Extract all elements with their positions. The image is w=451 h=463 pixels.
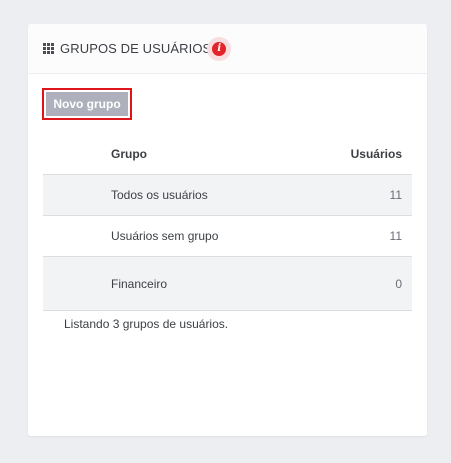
user-groups-panel: GRUPOS DE USUÁRIOS i Novo grupo Grupo Us… <box>28 24 427 436</box>
column-header-users[interactable]: Usuários <box>316 134 412 175</box>
table-row[interactable]: Todos os usuários 11 <box>43 174 412 216</box>
new-group-button[interactable]: Novo grupo <box>46 92 128 116</box>
table-row[interactable]: Usuários sem grupo 11 <box>43 215 412 257</box>
user-count-cell: 11 <box>389 188 402 202</box>
group-name-cell[interactable]: Financeiro <box>43 257 316 311</box>
info-icon: i <box>212 41 227 56</box>
group-name-cell[interactable]: Usuários sem grupo <box>43 216 316 257</box>
group-name-cell[interactable]: Todos os usuários <box>43 175 316 216</box>
listing-summary: Listando 3 grupos de usuários. <box>64 317 229 331</box>
info-button[interactable]: i <box>207 36 232 61</box>
table-row[interactable]: Financeiro 0 <box>43 256 412 311</box>
user-count-cell: 11 <box>389 229 402 243</box>
groups-table: Grupo Usuários Todos os usuários 11 Usuá… <box>43 134 412 311</box>
user-count-cell: 0 <box>395 276 402 291</box>
panel-header: GRUPOS DE USUÁRIOS i <box>28 24 427 74</box>
column-header-group[interactable]: Grupo <box>43 134 316 175</box>
grid-icon <box>43 43 54 54</box>
new-group-button-highlight: Novo grupo <box>42 88 132 120</box>
table-header-row: Grupo Usuários <box>43 134 412 175</box>
panel-title: GRUPOS DE USUÁRIOS <box>60 41 212 56</box>
